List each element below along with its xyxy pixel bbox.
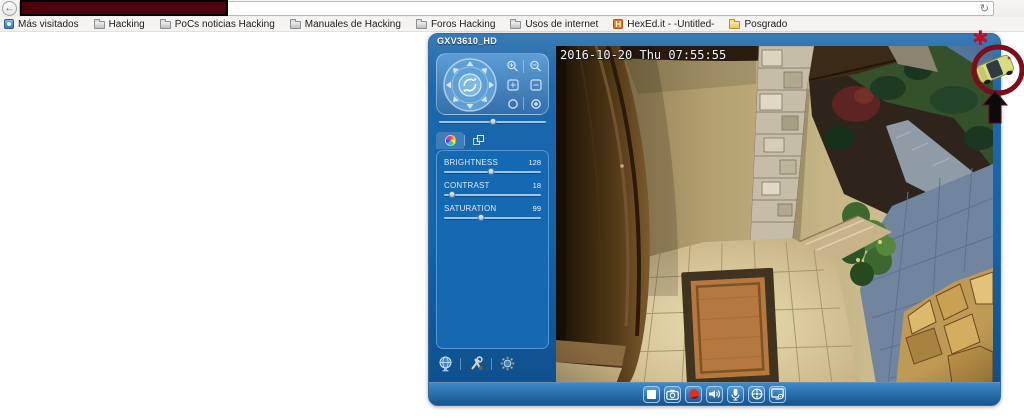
bookmarks-bar: Más visitados Hacking PoCs noticias Hack… [0,17,1024,32]
record-button[interactable] [685,386,702,403]
folder-icon [160,21,171,29]
talk-microphone-button[interactable] [727,386,744,403]
footer-divider [460,358,461,370]
live-video-view[interactable]: 2016-10-20 Thu 07:55:55 [556,46,993,384]
folder-icon [416,21,427,29]
reload-icon[interactable]: ↻ [980,2,989,16]
video-timestamp-osd: 2016-10-20 Thu 07:55:55 [560,48,726,62]
brightness-slider[interactable] [444,171,541,173]
saturation-slider[interactable] [444,217,541,219]
bookmark-usos-internet[interactable]: Usos de internet [510,19,598,30]
bookmark-label: Hacking [109,19,145,30]
snapshot-button[interactable] [664,386,681,403]
bookmark-foros[interactable]: Foros Hacking [416,19,495,30]
bookmark-label: Usos de internet [525,19,598,30]
stop-button[interactable] [643,386,660,403]
slider-thumb[interactable] [487,168,494,175]
folder-yellow-icon [729,21,740,29]
screenshot-root: { "browser": { "toolbar": { "back_icon":… [0,0,1024,420]
tab-image-settings[interactable] [436,132,464,149]
image-adjust-panel: BRIGHTNESS 128 CONTRAST 18 SATURATION [436,150,549,349]
bookmark-label: Posgrado [744,19,787,30]
footer-divider [491,358,492,370]
ptz-dpad[interactable] [441,56,499,114]
brightness-label: BRIGHTNESS [444,158,498,167]
layers-icon [473,135,485,147]
video-toolbar [429,382,1000,405]
ptz-speed-slider[interactable] [439,121,546,129]
slider-thumb[interactable] [477,214,484,221]
contrast-value: 18 [533,181,541,190]
playback-button[interactable] [748,386,765,403]
zoom-in-button[interactable] [504,58,521,75]
saturation-control: SATURATION 99 [444,204,541,219]
settings-tabs [436,132,493,149]
bookmark-pocs-noticias[interactable]: PoCs noticias Hacking [160,19,275,30]
folder-icon [94,21,105,29]
panel-footer [436,355,549,372]
folder-icon [290,21,301,29]
language-button[interactable] [436,355,454,372]
contrast-control: CONTRAST 18 [444,181,541,196]
contrast-slider[interactable] [444,194,541,196]
brightness-control: BRIGHTNESS 128 [444,158,541,173]
video-frame-scene [556,46,993,384]
brightness-value: 128 [528,158,541,167]
iris-open-button[interactable] [527,95,544,112]
window-title: GXV3610_HD [437,36,497,46]
bookmark-label: Foros Hacking [431,19,495,30]
iris-close-button[interactable] [504,95,521,112]
bookmark-mas-visitados[interactable]: Más visitados [4,19,79,30]
browser-toolbar: ← ↻ [0,0,1024,17]
camera-app-window: GXV3610_HD [428,33,1001,406]
most-visited-icon [4,19,14,29]
bookmark-label: HexEd.it - -Untitled- [627,19,714,30]
folder-icon [510,21,521,29]
bookmark-manuales[interactable]: Manuales de Hacking [290,19,401,30]
focus-near-button[interactable] [504,76,521,93]
back-button[interactable]: ← [2,1,17,16]
slider-thumb[interactable] [489,118,496,125]
bookmark-hacking[interactable]: Hacking [94,19,145,30]
contrast-label: CONTRAST [444,181,490,190]
slider-thumb[interactable] [448,191,455,198]
tools-button[interactable] [467,355,485,372]
bookmark-posgrado[interactable]: Posgrado [729,19,787,30]
saturation-label: SATURATION [444,204,496,213]
color-wheel-icon [445,135,456,146]
zoom-out-button[interactable] [527,58,544,75]
focus-far-button[interactable] [527,76,544,93]
tab-stream-layout[interactable] [465,132,493,149]
saturation-value: 99 [533,204,541,213]
bookmark-hexedit[interactable]: HexEd.it - -Untitled- [613,19,714,30]
display-settings-button[interactable] [769,386,786,403]
hexedit-icon [613,19,623,29]
bookmark-label: Manuales de Hacking [305,19,401,30]
redacted-url-overlay [20,0,228,16]
audio-button[interactable] [706,386,723,403]
bookmark-label: PoCs noticias Hacking [175,19,275,30]
ptz-control-panel [436,53,549,115]
default-settings-button[interactable] [498,355,516,372]
bookmark-label: Más visitados [18,19,79,30]
ptz-center-button [459,74,481,96]
